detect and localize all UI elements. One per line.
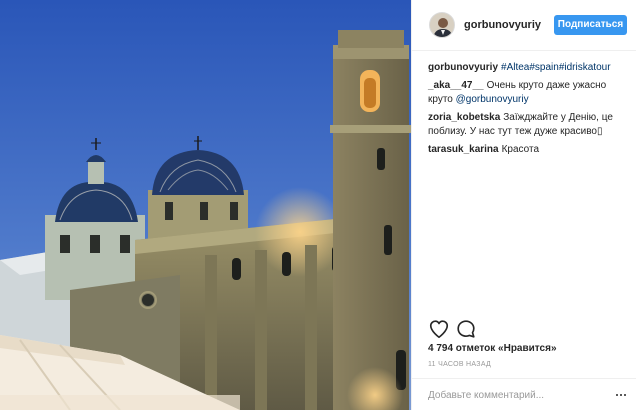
post-header: gorbunovyuriy Подписаться bbox=[412, 0, 636, 51]
comment-item: gorbunovyuriy #Altea#spain#idriskatour bbox=[428, 61, 628, 76]
comment-author[interactable]: tarasuk_karina bbox=[428, 144, 499, 155]
post-sidebar: gorbunovyuriy Подписаться gorbunovyuriy #… bbox=[411, 0, 636, 410]
heart-icon[interactable] bbox=[428, 318, 450, 340]
add-comment-input[interactable] bbox=[428, 388, 608, 402]
post-timestamp[interactable]: 11 часов назад bbox=[428, 361, 491, 368]
comment-icon[interactable] bbox=[455, 318, 477, 340]
post-actions bbox=[428, 318, 628, 340]
comment-hashtags[interactable]: #Altea#spain#idriskatour bbox=[501, 62, 611, 73]
add-comment-bar bbox=[412, 378, 636, 410]
follow-button[interactable]: Подписаться bbox=[554, 15, 627, 35]
comments-list: gorbunovyuriy #Altea#spain#idriskatour _a… bbox=[428, 61, 628, 160]
more-options-icon[interactable] bbox=[614, 389, 628, 401]
comment-item: zoria_kobetska Заїжджайте у Денію, це поб… bbox=[428, 111, 628, 140]
likes-count[interactable]: 4 794 отметок «Нравится» bbox=[428, 343, 557, 354]
avatar[interactable] bbox=[429, 12, 455, 38]
comment-author[interactable]: gorbunovyuriy bbox=[428, 62, 498, 73]
header-username[interactable]: gorbunovyuriy bbox=[464, 19, 541, 31]
comment-author[interactable]: zoria_kobetska bbox=[428, 112, 500, 123]
comment-text: Красота bbox=[501, 143, 540, 155]
comment-item: _aka__47__ Очень круто даже ужасно круто … bbox=[428, 79, 628, 108]
comment-item: tarasuk_karina Красота bbox=[428, 143, 628, 158]
comment-author[interactable]: _aka__47__ bbox=[428, 80, 484, 91]
comment-mention[interactable]: @gorbunovyuriy bbox=[456, 94, 529, 105]
post-photo[interactable] bbox=[0, 0, 411, 410]
